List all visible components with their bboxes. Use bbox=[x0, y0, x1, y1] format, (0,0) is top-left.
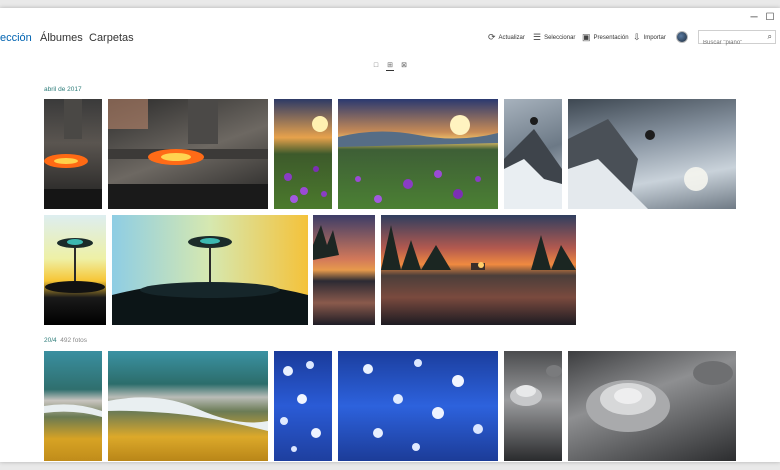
view-medium-toggle[interactable]: ⊞ bbox=[386, 62, 394, 71]
search-box[interactable]: ⌕ bbox=[698, 30, 776, 49]
photo-camera-dial-2[interactable] bbox=[568, 351, 736, 461]
search-input[interactable] bbox=[699, 37, 769, 49]
photo-blacksmith-1-art bbox=[44, 99, 102, 209]
account-avatar[interactable] bbox=[676, 31, 688, 43]
photo-lake-sunset-2[interactable] bbox=[381, 215, 576, 325]
photo-flowers-2-art bbox=[338, 115, 498, 203]
refresh-label: Actualizar bbox=[498, 34, 525, 41]
toolbar: ección Álbumes Carpetas ⟳ Actualizar ☰ S… bbox=[0, 28, 780, 50]
photo-river-2[interactable] bbox=[108, 351, 268, 461]
import-icon: ⇩ bbox=[633, 32, 641, 42]
photo-snowboarder-1[interactable] bbox=[504, 99, 562, 209]
date-label: 20/4 bbox=[44, 337, 57, 344]
search-icon[interactable]: ⌕ bbox=[768, 32, 772, 42]
view-large-toggle[interactable]: □ bbox=[372, 62, 380, 70]
photo-lake-sunset-1[interactable] bbox=[313, 215, 375, 325]
photo-water-drop-1-art bbox=[45, 238, 105, 293]
tab-collection[interactable]: ección bbox=[0, 32, 32, 44]
tab-folders[interactable]: Carpetas bbox=[89, 32, 134, 44]
date-header-20-4[interactable]: 20/4 492 fotos bbox=[44, 337, 87, 344]
photo-camera-dial-2-art bbox=[586, 361, 733, 432]
photo-water-drop-2[interactable] bbox=[112, 215, 308, 325]
photo-flowers-2[interactable] bbox=[338, 99, 498, 209]
maximize-button[interactable]: ☐ bbox=[760, 11, 780, 25]
photo-snowboarder-2-art bbox=[568, 119, 708, 209]
photo-blacksmith-2[interactable] bbox=[108, 99, 268, 209]
view-size-toggles: □ ⊞ ⊠ bbox=[372, 62, 412, 74]
photo-count: 492 fotos bbox=[60, 337, 88, 344]
photos-app-window: ─ ☐ ección Álbumes Carpetas ⟳ Actualizar… bbox=[0, 8, 780, 462]
photo-flowers-1[interactable] bbox=[274, 99, 332, 209]
photo-lake-sunset-1-art bbox=[313, 225, 339, 260]
import-label: Importar bbox=[643, 34, 666, 41]
refresh-button[interactable]: ⟳ Actualizar bbox=[488, 33, 525, 42]
photo-camera-dial-1-art bbox=[510, 365, 562, 406]
photo-water-drop-2-art bbox=[112, 236, 308, 325]
slideshow-icon: ▣ bbox=[582, 32, 591, 42]
photo-lake-sunset-2-art bbox=[381, 225, 576, 270]
photo-blacksmith-1[interactable] bbox=[44, 99, 102, 209]
select-icon: ☰ bbox=[533, 32, 542, 42]
photo-river-2-art bbox=[108, 397, 268, 431]
date-header-april-2017[interactable]: abril de 2017 bbox=[44, 86, 82, 93]
photo-jellyfish-1-art bbox=[280, 361, 321, 452]
photo-snowboarder-1-art bbox=[504, 117, 562, 209]
date-label: abril de 2017 bbox=[44, 86, 82, 93]
view-small-toggle[interactable]: ⊠ bbox=[400, 62, 408, 70]
photo-jellyfish-2-art bbox=[363, 359, 483, 451]
slideshow-label: Presentación bbox=[593, 34, 629, 41]
import-button[interactable]: ⇩ Importar bbox=[633, 33, 666, 42]
photo-river-1-art bbox=[44, 404, 102, 417]
title-bar: ─ ☐ bbox=[0, 8, 780, 28]
select-button[interactable]: ☰ Seleccionar bbox=[533, 33, 575, 42]
photo-snowboarder-2[interactable] bbox=[568, 99, 736, 209]
photo-camera-dial-1[interactable] bbox=[504, 351, 562, 461]
photo-water-drop-1[interactable] bbox=[44, 215, 106, 325]
photo-jellyfish-2[interactable] bbox=[338, 351, 498, 461]
slideshow-button[interactable]: ▣ Presentación bbox=[582, 33, 629, 42]
select-label: Seleccionar bbox=[544, 34, 576, 41]
photo-blacksmith-2-art bbox=[108, 99, 268, 209]
photo-river-1[interactable] bbox=[44, 351, 102, 461]
refresh-icon: ⟳ bbox=[488, 32, 496, 42]
photo-jellyfish-1[interactable] bbox=[274, 351, 332, 461]
tab-albums[interactable]: Álbumes bbox=[40, 32, 83, 44]
photo-flowers-1-art bbox=[284, 116, 328, 203]
